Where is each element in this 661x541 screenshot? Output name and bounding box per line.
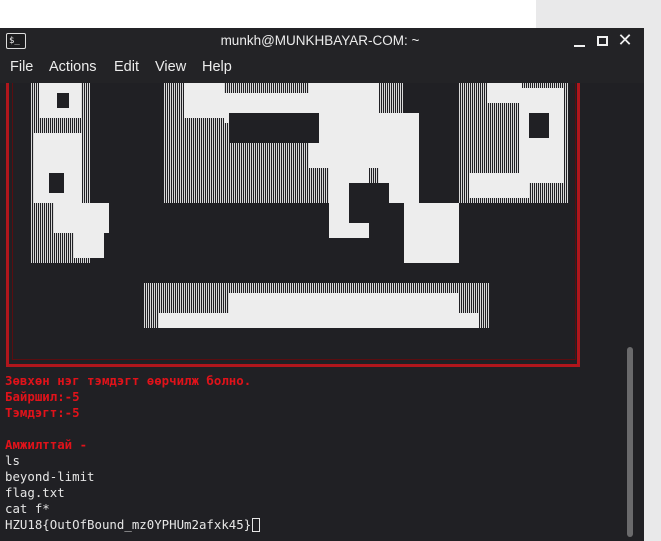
minimize-button[interactable]	[569, 31, 589, 51]
close-icon: ✕	[617, 30, 633, 51]
ascii-art-block	[469, 173, 529, 198]
terminal-command-ls: ls	[5, 453, 20, 468]
ascii-art-gap	[229, 113, 319, 143]
ascii-art-shading	[144, 283, 489, 328]
close-button[interactable]: ✕	[615, 31, 635, 51]
ascii-art-block	[39, 83, 81, 118]
terminal-command-cat: cat f*	[5, 501, 50, 516]
ascii-art-block	[54, 203, 109, 233]
minimize-icon	[574, 45, 585, 47]
ascii-art-block	[159, 313, 479, 328]
ascii-art-block	[519, 88, 564, 183]
ascii-art-gap	[529, 113, 549, 138]
menu-file[interactable]: File	[10, 59, 33, 75]
flag-text: HZU18{OutOfBound_mz0YPHUm2afxk45}	[5, 517, 252, 532]
terminal-output-line: flag.txt	[5, 485, 65, 500]
menu-actions[interactable]: Actions	[49, 59, 97, 75]
ascii-art-frame	[6, 83, 580, 367]
ascii-art-block	[487, 83, 522, 103]
ascii-art-gap	[57, 93, 69, 108]
terminal-line-message: Зөвхөн нэг тэмдэгт өөрчилж болно.	[5, 373, 252, 388]
ascii-art-gap	[49, 173, 64, 193]
ascii-art-block	[224, 93, 374, 123]
window-title: munkh@MUNKHBAYAR-COM: ~	[220, 33, 420, 48]
terminal-flag-line: HZU18{OutOfBound_mz0YPHUm2afxk45}	[5, 517, 261, 533]
ascii-art-block	[74, 233, 104, 258]
menu-edit[interactable]: Edit	[114, 59, 139, 75]
ascii-art-block	[229, 293, 459, 323]
ascii-art-block	[404, 203, 459, 263]
ascii-art-gap	[349, 183, 389, 223]
terminal-window: $_ munkh@MUNKHBAYAR-COM: ~ ✕ File Action…	[0, 28, 644, 541]
ascii-art-block	[184, 83, 224, 118]
desktop-background	[0, 0, 536, 26]
ascii-art-block	[309, 83, 379, 168]
ascii-art-shading	[31, 83, 91, 263]
ascii-art-shading	[164, 83, 404, 203]
ascii-art-shading	[459, 83, 569, 203]
maximize-icon	[597, 36, 608, 46]
ascii-art-block	[379, 113, 419, 203]
menu-view[interactable]: View	[155, 59, 186, 75]
title-bar[interactable]: $_ munkh@MUNKHBAYAR-COM: ~ ✕	[0, 28, 644, 55]
maximize-button[interactable]	[593, 31, 613, 51]
menu-bar: File Actions Edit View Help	[0, 55, 644, 83]
terminal-line-char: Тэмдэгт:-5	[5, 405, 80, 420]
text-cursor	[252, 518, 261, 532]
terminal-line-success: Амжилттай -	[5, 437, 88, 452]
terminal-output-line: beyond-limit	[5, 469, 95, 484]
terminal-area[interactable]: Зөвхөн нэг тэмдэгт өөрчилж болно. Байрши…	[0, 83, 644, 541]
ascii-art-block	[34, 133, 82, 203]
menu-help[interactable]: Help	[202, 59, 232, 75]
terminal-line-position: Байршил:-5	[5, 389, 80, 404]
scrollbar-thumb[interactable]	[627, 347, 633, 537]
ascii-art-block	[329, 168, 369, 238]
